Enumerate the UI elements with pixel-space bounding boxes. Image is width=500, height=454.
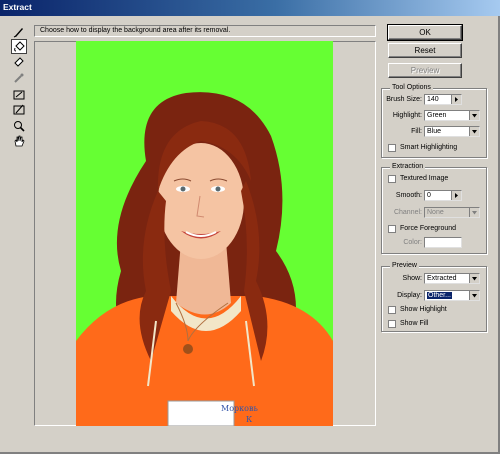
smart-highlighting-checkbox[interactable] [388, 144, 396, 152]
portrait-image [76, 41, 333, 426]
badge-text-2: К [246, 415, 253, 424]
channel-label: Channel: [393, 209, 422, 216]
eraser-tool-icon[interactable] [11, 53, 27, 68]
chevron-down-icon[interactable] [469, 291, 479, 300]
show-label: Show: [402, 275, 422, 282]
highlight-value: Green [427, 112, 447, 119]
preview-legend: Preview [390, 262, 419, 269]
fill-tool-icon[interactable] [11, 39, 27, 54]
slider-arrow-icon[interactable] [451, 191, 461, 200]
extraction-legend: Extraction [390, 163, 426, 170]
slider-arrow-icon[interactable] [451, 95, 461, 104]
color-swatch[interactable] [424, 237, 462, 248]
cleanup-tool-icon[interactable] [11, 86, 27, 101]
edge-highlighter-tool-icon[interactable] [11, 24, 27, 39]
ok-button[interactable]: OK [387, 24, 463, 41]
smart-highlighting-label: Smart Highlighting [400, 144, 458, 151]
hint-text: Choose how to display the background are… [40, 27, 231, 34]
reset-button[interactable]: Reset [388, 43, 462, 58]
force-foreground-label: Force Foreground [400, 225, 457, 232]
preview-button[interactable]: Preview [388, 63, 462, 78]
highlight-select[interactable]: Green [424, 110, 480, 121]
fill-select[interactable]: Blue [424, 126, 480, 137]
fill-label: Fill: [411, 128, 422, 135]
preview-image[interactable]: Морковь К [76, 41, 333, 426]
display-label: Display: [397, 292, 422, 299]
window-title: Extract [3, 2, 32, 12]
show-highlight-checkbox[interactable] [388, 306, 396, 314]
color-label: Color: [403, 239, 422, 246]
smooth-field[interactable]: 0 [424, 190, 462, 201]
show-highlight-label: Show Highlight [400, 306, 447, 313]
edge-touchup-tool-icon[interactable] [11, 101, 27, 116]
show-fill-checkbox[interactable] [388, 320, 396, 328]
highlight-label: Highlight: [392, 112, 422, 119]
smooth-label: Smooth: [395, 192, 422, 199]
smooth-value: 0 [427, 192, 431, 199]
hand-tool-icon[interactable] [11, 133, 27, 148]
textured-image-checkbox[interactable] [388, 175, 396, 183]
display-select[interactable]: Other... [424, 290, 480, 301]
badge-text: Морковь [221, 404, 258, 413]
show-value: Extracted [427, 275, 457, 282]
chevron-down-icon[interactable] [469, 208, 479, 217]
fill-value: Blue [427, 128, 442, 135]
chevron-down-icon[interactable] [469, 274, 479, 283]
zoom-tool-icon[interactable] [11, 118, 27, 133]
show-fill-label: Show Fill [400, 320, 429, 327]
eyedropper-tool-icon[interactable] [11, 70, 27, 85]
hint-bar: Choose how to display the background are… [34, 25, 376, 37]
force-foreground-checkbox[interactable] [388, 225, 396, 233]
brush-size-value: 140 [427, 96, 439, 103]
chevron-down-icon[interactable] [469, 111, 479, 120]
textured-image-label: Textured Image [400, 175, 449, 182]
tool-options-legend: Tool Options [390, 84, 433, 91]
title-bar: Extract [0, 0, 500, 16]
chevron-down-icon[interactable] [469, 127, 479, 136]
show-select[interactable]: Extracted [424, 273, 480, 284]
brush-size-field[interactable]: 140 [424, 94, 462, 105]
display-value: Other... [427, 292, 452, 299]
brush-size-label: Brush Size: [386, 96, 422, 103]
channel-value: None [427, 209, 444, 216]
channel-select[interactable]: None [424, 207, 480, 218]
